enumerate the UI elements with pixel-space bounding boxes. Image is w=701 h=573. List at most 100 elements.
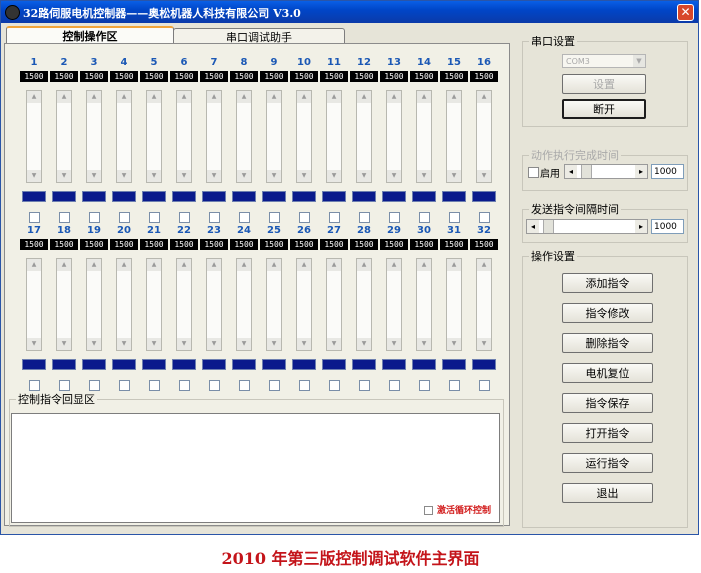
up-arrow-icon[interactable]: ▲ bbox=[267, 91, 281, 103]
up-arrow-icon[interactable]: ▲ bbox=[117, 91, 131, 103]
channel-slider[interactable]: ▲ ▼ bbox=[296, 258, 312, 351]
down-arrow-icon[interactable]: ▼ bbox=[477, 338, 491, 350]
channel-checkbox[interactable] bbox=[208, 380, 220, 391]
chevron-down-icon[interactable]: ▼ bbox=[633, 55, 645, 67]
channel-checkbox[interactable] bbox=[448, 380, 460, 391]
slider-thumb[interactable] bbox=[581, 165, 592, 178]
channel-slider[interactable]: ▲ ▼ bbox=[386, 258, 402, 351]
channel-checkbox[interactable] bbox=[418, 380, 430, 391]
down-arrow-icon[interactable]: ▼ bbox=[267, 170, 281, 182]
up-arrow-icon[interactable]: ▲ bbox=[27, 259, 41, 271]
send-interval-input[interactable]: 1000 bbox=[651, 219, 684, 234]
up-arrow-icon[interactable]: ▲ bbox=[267, 259, 281, 271]
channel-slider[interactable]: ▲ ▼ bbox=[116, 258, 132, 351]
channel-checkbox[interactable] bbox=[178, 380, 190, 391]
channel-slider[interactable]: ▲ ▼ bbox=[206, 258, 222, 351]
up-arrow-icon[interactable]: ▲ bbox=[327, 259, 341, 271]
channel-checkbox[interactable] bbox=[478, 380, 490, 391]
down-arrow-icon[interactable]: ▼ bbox=[477, 170, 491, 182]
down-arrow-icon[interactable]: ▼ bbox=[207, 338, 221, 350]
channel-slider[interactable]: ▲ ▼ bbox=[26, 258, 42, 351]
up-arrow-icon[interactable]: ▲ bbox=[57, 259, 71, 271]
down-arrow-icon[interactable]: ▼ bbox=[117, 170, 131, 182]
exit-button[interactable]: 退出 bbox=[562, 483, 653, 503]
down-arrow-icon[interactable]: ▼ bbox=[87, 170, 101, 182]
up-arrow-icon[interactable]: ▲ bbox=[87, 91, 101, 103]
up-arrow-icon[interactable]: ▲ bbox=[147, 91, 161, 103]
channel-slider[interactable]: ▲ ▼ bbox=[266, 258, 282, 351]
channel-checkbox[interactable] bbox=[88, 212, 100, 223]
up-arrow-icon[interactable]: ▲ bbox=[477, 259, 491, 271]
channel-slider[interactable]: ▲ ▼ bbox=[476, 258, 492, 351]
channel-slider[interactable]: ▲ ▼ bbox=[236, 90, 252, 183]
down-arrow-icon[interactable]: ▼ bbox=[177, 338, 191, 350]
channel-checkbox[interactable] bbox=[178, 212, 190, 223]
down-arrow-icon[interactable]: ▼ bbox=[327, 170, 341, 182]
run-command-button[interactable]: 运行指令 bbox=[562, 453, 653, 473]
motor-reset-button[interactable]: 电机复位 bbox=[562, 363, 653, 383]
up-arrow-icon[interactable]: ▲ bbox=[357, 259, 371, 271]
channel-slider[interactable]: ▲ ▼ bbox=[446, 90, 462, 183]
up-arrow-icon[interactable]: ▲ bbox=[147, 259, 161, 271]
up-arrow-icon[interactable]: ▲ bbox=[297, 259, 311, 271]
down-arrow-icon[interactable]: ▼ bbox=[57, 170, 71, 182]
channel-checkbox[interactable] bbox=[208, 212, 220, 223]
channel-slider[interactable]: ▲ ▼ bbox=[356, 258, 372, 351]
down-arrow-icon[interactable]: ▼ bbox=[387, 338, 401, 350]
channel-slider[interactable]: ▲ ▼ bbox=[416, 258, 432, 351]
channel-slider[interactable]: ▲ ▼ bbox=[236, 258, 252, 351]
channel-checkbox[interactable] bbox=[238, 212, 250, 223]
slider-thumb[interactable] bbox=[543, 220, 554, 233]
channel-checkbox[interactable] bbox=[238, 380, 250, 391]
channel-slider[interactable]: ▲ ▼ bbox=[326, 90, 342, 183]
up-arrow-icon[interactable]: ▲ bbox=[417, 259, 431, 271]
up-arrow-icon[interactable]: ▲ bbox=[27, 91, 41, 103]
channel-checkbox[interactable] bbox=[148, 212, 160, 223]
up-arrow-icon[interactable]: ▲ bbox=[207, 91, 221, 103]
down-arrow-icon[interactable]: ▼ bbox=[87, 338, 101, 350]
down-arrow-icon[interactable]: ▼ bbox=[147, 338, 161, 350]
up-arrow-icon[interactable]: ▲ bbox=[87, 259, 101, 271]
up-arrow-icon[interactable]: ▲ bbox=[447, 259, 461, 271]
send-interval-slider[interactable]: ◂ ▸ bbox=[526, 219, 648, 234]
channel-checkbox[interactable] bbox=[418, 212, 430, 223]
channel-checkbox[interactable] bbox=[28, 212, 40, 223]
channel-slider[interactable]: ▲ ▼ bbox=[146, 90, 162, 183]
channel-slider[interactable]: ▲ ▼ bbox=[476, 90, 492, 183]
up-arrow-icon[interactable]: ▲ bbox=[237, 91, 251, 103]
channel-slider[interactable]: ▲ ▼ bbox=[176, 258, 192, 351]
channel-slider[interactable]: ▲ ▼ bbox=[26, 90, 42, 183]
channel-slider[interactable]: ▲ ▼ bbox=[56, 258, 72, 351]
channel-checkbox[interactable] bbox=[28, 380, 40, 391]
channel-checkbox[interactable] bbox=[268, 380, 280, 391]
add-command-button[interactable]: 添加指令 bbox=[562, 273, 653, 293]
enable-checkbox[interactable] bbox=[528, 167, 539, 178]
down-arrow-icon[interactable]: ▼ bbox=[267, 338, 281, 350]
channel-checkbox[interactable] bbox=[388, 380, 400, 391]
close-button[interactable]: ✕ bbox=[677, 4, 694, 21]
echo-textarea[interactable]: 激活循环控制 bbox=[11, 413, 500, 523]
down-arrow-icon[interactable]: ▼ bbox=[27, 170, 41, 182]
left-arrow-icon[interactable]: ◂ bbox=[527, 220, 539, 233]
up-arrow-icon[interactable]: ▲ bbox=[177, 259, 191, 271]
down-arrow-icon[interactable]: ▼ bbox=[237, 338, 251, 350]
down-arrow-icon[interactable]: ▼ bbox=[447, 338, 461, 350]
action-time-slider[interactable]: ◂ ▸ bbox=[564, 164, 648, 179]
down-arrow-icon[interactable]: ▼ bbox=[417, 170, 431, 182]
up-arrow-icon[interactable]: ▲ bbox=[237, 259, 251, 271]
up-arrow-icon[interactable]: ▲ bbox=[387, 259, 401, 271]
up-arrow-icon[interactable]: ▲ bbox=[327, 91, 341, 103]
down-arrow-icon[interactable]: ▼ bbox=[177, 170, 191, 182]
channel-checkbox[interactable] bbox=[478, 212, 490, 223]
channel-checkbox[interactable] bbox=[298, 380, 310, 391]
down-arrow-icon[interactable]: ▼ bbox=[447, 170, 461, 182]
down-arrow-icon[interactable]: ▼ bbox=[147, 170, 161, 182]
port-select[interactable]: COM3 ▼ bbox=[562, 54, 646, 68]
channel-slider[interactable]: ▲ ▼ bbox=[146, 258, 162, 351]
up-arrow-icon[interactable]: ▲ bbox=[357, 91, 371, 103]
channel-checkbox[interactable] bbox=[148, 380, 160, 391]
up-arrow-icon[interactable]: ▲ bbox=[477, 91, 491, 103]
down-arrow-icon[interactable]: ▼ bbox=[357, 338, 371, 350]
channel-checkbox[interactable] bbox=[448, 212, 460, 223]
channel-checkbox[interactable] bbox=[268, 212, 280, 223]
